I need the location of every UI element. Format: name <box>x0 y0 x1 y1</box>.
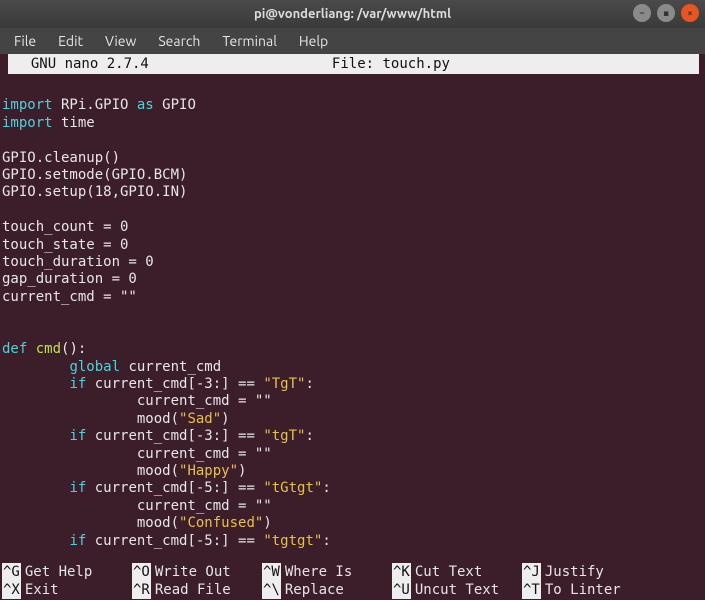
shortcut-key: ^R <box>132 581 151 599</box>
menu-edit[interactable]: Edit <box>48 30 93 52</box>
shortcut-key: ^\ <box>262 581 281 599</box>
window-titlebar: pi@vonderliang: /var/www/html – ▪ × <box>0 0 705 28</box>
shortcut-label: To Linter <box>545 581 621 599</box>
maximize-button[interactable]: ▪ <box>657 4 675 22</box>
shortcut-key: ^G <box>2 563 21 581</box>
shortcut-key: ^T <box>522 581 541 599</box>
menu-view[interactable]: View <box>95 30 146 52</box>
shortcut-key: ^U <box>392 581 411 599</box>
nano-filename: File: touch.py <box>89 56 693 72</box>
shortcut-item: ^R Read File <box>132 581 262 599</box>
shortcut-key: ^W <box>262 563 281 581</box>
shortcut-item: ^U Uncut Text <box>392 581 522 599</box>
menu-search[interactable]: Search <box>148 30 210 52</box>
code-editor[interactable]: import RPi.GPIO as GPIO import time GPIO… <box>0 74 705 562</box>
window-controls: – ▪ × <box>633 4 699 22</box>
nano-header: GNU nano 2.7.4 File: touch.py <box>8 54 699 74</box>
shortcut-item: ^K Cut Text <box>392 563 522 581</box>
shortcut-item: ^\ Replace <box>262 581 392 599</box>
shortcut-row-1: ^G Get Help^O Write Out^W Where Is^K Cut… <box>2 563 703 581</box>
shortcut-key: ^O <box>132 563 151 581</box>
shortcut-item: ^J Justify <box>522 563 652 581</box>
shortcut-item: ^O Write Out <box>132 563 262 581</box>
shortcut-label: Where Is <box>285 563 352 581</box>
nano-shortcuts: ^G Get Help^O Write Out^W Where Is^K Cut… <box>0 562 705 600</box>
shortcut-label: Read File <box>155 581 231 599</box>
close-button[interactable]: × <box>681 4 699 22</box>
shortcut-item: ^X Exit <box>2 581 132 599</box>
shortcut-label: Write Out <box>155 563 231 581</box>
shortcut-key: ^K <box>392 563 411 581</box>
shortcut-label: Justify <box>545 563 604 581</box>
minimize-button[interactable]: – <box>633 4 651 22</box>
shortcut-key: ^X <box>2 581 21 599</box>
shortcut-label: Uncut Text <box>415 581 499 599</box>
menu-terminal[interactable]: Terminal <box>212 30 287 52</box>
shortcut-row-2: ^X Exit^R Read File^\ Replace^U Uncut Te… <box>2 581 703 599</box>
menubar: File Edit View Search Terminal Help <box>0 28 705 54</box>
shortcut-label: Get Help <box>25 563 92 581</box>
shortcut-label: Replace <box>285 581 344 599</box>
menu-file[interactable]: File <box>4 30 46 52</box>
shortcut-label: Cut Text <box>415 563 482 581</box>
menu-help[interactable]: Help <box>289 30 338 52</box>
shortcut-label: Exit <box>25 581 59 599</box>
shortcut-item: ^G Get Help <box>2 563 132 581</box>
shortcut-item: ^W Where Is <box>262 563 392 581</box>
shortcut-item: ^T To Linter <box>522 581 652 599</box>
window-title: pi@vonderliang: /var/www/html <box>254 7 451 21</box>
shortcut-key: ^J <box>522 563 541 581</box>
